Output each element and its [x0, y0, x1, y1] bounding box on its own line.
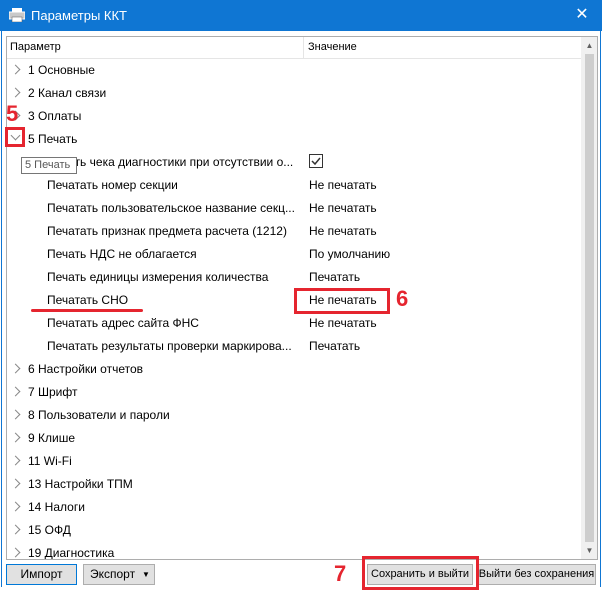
group-label: 2 Канал связи [28, 86, 107, 100]
property-label: Печать чека диагностики при отсутствии о… [47, 155, 294, 169]
property-row[interactable]: Печать чека диагностики при отсутствии о… [7, 151, 581, 174]
printer-icon [9, 8, 25, 22]
column-header-value[interactable]: Значение [308, 41, 357, 53]
grid-header: Параметр Значение [7, 37, 581, 59]
import-button[interactable]: Импорт [6, 564, 77, 585]
property-label: Печатать номер секции [47, 178, 178, 192]
scroll-up-icon[interactable]: ▲ [581, 37, 597, 54]
annotation-number: 5 [6, 101, 19, 126]
group-row[interactable]: 7 Шрифт [7, 381, 581, 404]
chevron-right-icon[interactable] [10, 409, 21, 420]
column-separator[interactable] [303, 37, 304, 58]
chevron-right-icon[interactable] [10, 432, 21, 443]
group-row[interactable]: 19 Диагностика [7, 542, 581, 560]
group-label: 13 Настройки ТПМ [28, 477, 133, 491]
tooltip: 5 Печать [21, 157, 77, 174]
group-label: 9 Клише [28, 431, 76, 445]
diagnostic-checkbox[interactable] [309, 154, 323, 168]
property-row[interactable]: Печатать признак предмета расчета (1212)… [7, 220, 581, 243]
chevron-right-icon[interactable] [10, 455, 21, 466]
property-row[interactable]: Печатать результаты проверки маркирова..… [7, 335, 581, 358]
group-label: 8 Пользователи и пароли [28, 408, 170, 422]
group-row[interactable]: 15 ОФД [7, 519, 581, 542]
annotation-box [5, 127, 25, 147]
chevron-right-icon[interactable] [10, 386, 21, 397]
group-row[interactable]: 5 Печать [7, 128, 581, 151]
scrollbar-thumb[interactable] [585, 54, 594, 542]
property-label: Печать единицы измерения количества [47, 270, 269, 284]
property-row[interactable]: Печатать адрес сайта ФНС Не печатать [7, 312, 581, 335]
property-label: Печать НДС не облагается [47, 247, 197, 261]
property-value[interactable]: Не печатать [309, 316, 377, 330]
property-row[interactable]: Печатать номер секции Не печатать [7, 174, 581, 197]
property-value[interactable]: Не печатать [309, 224, 377, 238]
annotation-box [294, 288, 390, 314]
chevron-right-icon[interactable] [10, 524, 21, 535]
property-label: Печатать результаты проверки маркирова..… [47, 339, 292, 353]
chevron-right-icon[interactable] [10, 363, 21, 374]
group-row[interactable]: 8 Пользователи и пароли [7, 404, 581, 427]
checkmark-icon [311, 157, 321, 166]
chevron-right-icon[interactable] [10, 87, 21, 98]
export-button[interactable]: Экспорт ▼ [83, 564, 155, 585]
group-row[interactable]: 2 Канал связи [7, 82, 581, 105]
annotation-box [362, 556, 479, 590]
scroll-down-icon[interactable]: ▼ [581, 542, 597, 559]
property-value[interactable]: По умолчанию [309, 247, 390, 261]
group-label: 14 Налоги [28, 500, 85, 514]
export-label: Экспорт [90, 567, 136, 581]
group-label: 1 Основные [28, 63, 95, 77]
group-label: 7 Шрифт [28, 385, 78, 399]
group-label: 5 Печать [28, 132, 78, 146]
window-title: Параметры ККТ [31, 8, 127, 23]
group-label: 11 Wi-Fi [28, 454, 72, 468]
property-row[interactable]: Печать единицы измерения количества Печат… [7, 266, 581, 289]
property-row[interactable]: Печатать пользовательское название секц.… [7, 197, 581, 220]
property-label: Печатать признак предмета расчета (1212) [47, 224, 287, 238]
property-value[interactable]: Не печатать [309, 201, 377, 215]
group-row[interactable]: 3 Оплаты [7, 105, 581, 128]
property-label: Печатать пользовательское название секц.… [47, 201, 295, 215]
property-row[interactable]: Печать НДС не облагается По умолчанию [7, 243, 581, 266]
chevron-right-icon[interactable] [10, 547, 21, 558]
chevron-down-icon: ▼ [142, 570, 150, 579]
chevron-right-icon[interactable] [10, 501, 21, 512]
annotation-underline [31, 309, 143, 312]
group-label: 3 Оплаты [28, 109, 82, 123]
property-value[interactable]: Не печатать [309, 178, 377, 192]
title-bar: Параметры ККТ ✕ [0, 0, 602, 31]
property-label: Печатать СНО [47, 293, 129, 307]
annotation-number: 6 [396, 286, 409, 311]
property-value[interactable]: Печатать [309, 270, 360, 284]
group-row[interactable]: 9 Клише [7, 427, 581, 450]
chevron-right-icon[interactable] [10, 478, 21, 489]
group-label: 6 Настройки отчетов [28, 362, 144, 376]
group-row[interactable]: 14 Налоги [7, 496, 581, 519]
group-row[interactable]: 1 Основные [7, 59, 581, 82]
chevron-right-icon[interactable] [10, 64, 21, 75]
column-header-parameter[interactable]: Параметр [10, 41, 61, 53]
group-label: 15 ОФД [28, 523, 71, 537]
property-value[interactable]: Печатать [309, 339, 360, 353]
property-label: Печатать адрес сайта ФНС [47, 316, 199, 330]
group-row[interactable]: 11 Wi-Fi [7, 450, 581, 473]
exit-without-saving-button[interactable]: Выйти без сохранения [477, 564, 596, 585]
group-label: 19 Диагностика [28, 546, 115, 560]
close-icon[interactable]: ✕ [570, 4, 594, 26]
vertical-scrollbar[interactable]: ▲ ▼ [581, 37, 597, 559]
annotation-number: 7 [334, 561, 347, 586]
group-row[interactable]: 13 Настройки ТПМ [7, 473, 581, 496]
group-row[interactable]: 6 Настройки отчетов [7, 358, 581, 381]
